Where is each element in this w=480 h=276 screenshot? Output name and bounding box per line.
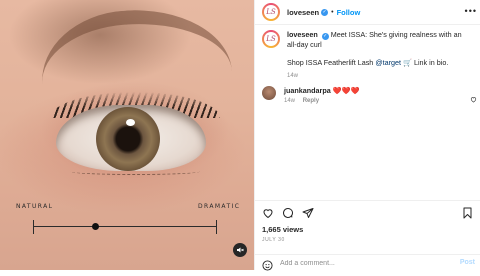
eye: [56, 105, 206, 171]
comment-input[interactable]: [280, 257, 440, 269]
mute-button[interactable]: [233, 243, 247, 257]
like-button[interactable]: [262, 206, 274, 224]
comment-time: 14w: [284, 98, 296, 104]
comment-body: juankandarpa ❤️❤️❤️ 14w Reply: [284, 86, 360, 104]
eye-glint: [126, 119, 135, 126]
comment-avatar[interactable]: [262, 86, 276, 100]
actions-divider: [255, 200, 480, 201]
add-comment-bar: Post: [255, 254, 480, 271]
avatar-logo: LS: [264, 5, 278, 19]
caption-verified-icon: ✓: [321, 32, 329, 40]
slider-tick-right: [216, 220, 217, 234]
caption-text-block: loveseen ✓ Meet ISSA: She's giving realn…: [287, 30, 472, 81]
cart-emoji-icon: 🛒: [403, 58, 412, 67]
profile-avatar[interactable]: LS: [262, 3, 280, 21]
header-separator: •: [331, 8, 334, 16]
comment-bubble-icon: [283, 208, 294, 218]
follow-button[interactable]: Follow: [337, 8, 361, 17]
paper-plane-icon: [302, 208, 314, 218]
view-count[interactable]: 1,665 views: [262, 225, 303, 234]
post-side-panel: LS loveseen ✓ • Follow ••• LS loveseen ✓…: [254, 0, 480, 271]
save-button[interactable]: [462, 206, 473, 224]
slider-tick-left: [33, 220, 34, 234]
comment-meta: 14w Reply: [284, 98, 360, 104]
bookmark-icon: [463, 207, 472, 219]
post-date[interactable]: JULY 30: [262, 237, 285, 243]
post-media[interactable]: NATURAL DRAMATIC: [0, 0, 254, 270]
caption-username[interactable]: loveseen: [287, 30, 318, 39]
iris: [96, 107, 160, 171]
caption-target-link[interactable]: @target: [375, 58, 401, 67]
eyebrow: [37, 3, 233, 91]
smiley-icon: [262, 260, 273, 271]
post-caption: LS loveseen ✓ Meet ISSA: She's giving re…: [262, 30, 472, 81]
comment-item: juankandarpa ❤️❤️❤️ 14w Reply: [262, 86, 474, 104]
post-actions: [262, 206, 474, 220]
comment-text: ❤️❤️❤️: [332, 86, 360, 95]
heart-outline-icon: [470, 97, 477, 103]
heart-icon: [263, 209, 273, 219]
post-comment-button[interactable]: Post: [460, 259, 475, 266]
comment-reply-button[interactable]: Reply: [303, 98, 319, 104]
slider-label-natural: NATURAL: [16, 203, 54, 210]
lash-slider-track: [33, 226, 217, 227]
slider-label-dramatic: DRAMATIC: [198, 203, 241, 210]
comment-like-button[interactable]: [470, 90, 477, 108]
emoji-button[interactable]: [262, 258, 273, 276]
header-username[interactable]: loveseen: [287, 8, 319, 17]
comment-username[interactable]: juankandarpa: [284, 86, 331, 95]
share-button[interactable]: [302, 206, 314, 224]
caption-avatar[interactable]: LS: [262, 30, 280, 48]
caption-time: 14w: [287, 73, 299, 79]
caption-shop-suffix: Link in bio.: [411, 58, 449, 67]
comment-button[interactable]: [282, 206, 294, 224]
speaker-muted-icon: [237, 247, 244, 253]
header-divider: [255, 24, 480, 25]
lower-lashes: [70, 168, 200, 175]
verified-badge-icon: ✓: [321, 8, 329, 16]
post-header: LS loveseen ✓ • Follow: [262, 2, 474, 22]
lash-slider-knob: [92, 223, 100, 230]
more-options-icon[interactable]: •••: [465, 6, 477, 16]
instagram-post-modal: NATURAL DRAMATIC LS loveseen ✓ • Follow …: [0, 0, 480, 271]
caption-shop-prefix: Shop ISSA Featherlift Lash: [287, 58, 376, 67]
caption-avatar-logo: LS: [264, 32, 278, 46]
